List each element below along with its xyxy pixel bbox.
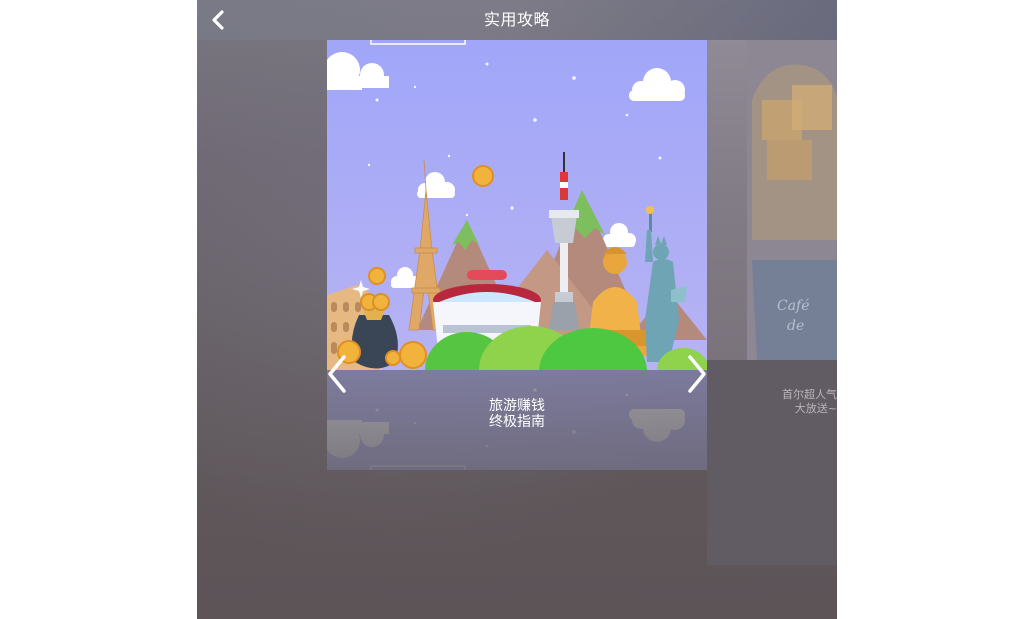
svg-text:de: de xyxy=(787,318,804,334)
svg-text:Café: Café xyxy=(777,298,810,314)
carousel-prev-button[interactable] xyxy=(324,352,354,396)
chevron-right-icon xyxy=(688,355,706,393)
travel-landmarks-illustration xyxy=(327,40,707,416)
carousel-next-button[interactable] xyxy=(682,352,712,396)
slide-caption-line1: 旅游赚钱 xyxy=(489,398,545,414)
app-screen: Café de 首尔超人气 大放送~ 实用攻略 旅游赚钱 终极指南 xyxy=(197,0,837,619)
slide-caption-line2: 终极指南 xyxy=(489,414,545,430)
next-slide-text-line2: 大放送~ xyxy=(794,402,837,415)
next-slide-caption: 首尔超人气 大放送~ xyxy=(707,360,837,565)
slide-illustration xyxy=(327,40,707,416)
chevron-left-icon xyxy=(328,355,346,393)
chevron-left-icon xyxy=(212,10,224,30)
page-title: 实用攻略 xyxy=(483,10,550,29)
top-bar: 实用攻略 xyxy=(197,0,837,40)
next-slide-card[interactable]: Café de 首尔超人气 大放送~ xyxy=(707,40,837,565)
slide-caption[interactable]: 旅游赚钱 终极指南 xyxy=(427,398,607,430)
back-button[interactable] xyxy=(205,6,233,34)
next-slide-image: Café de xyxy=(707,40,837,360)
